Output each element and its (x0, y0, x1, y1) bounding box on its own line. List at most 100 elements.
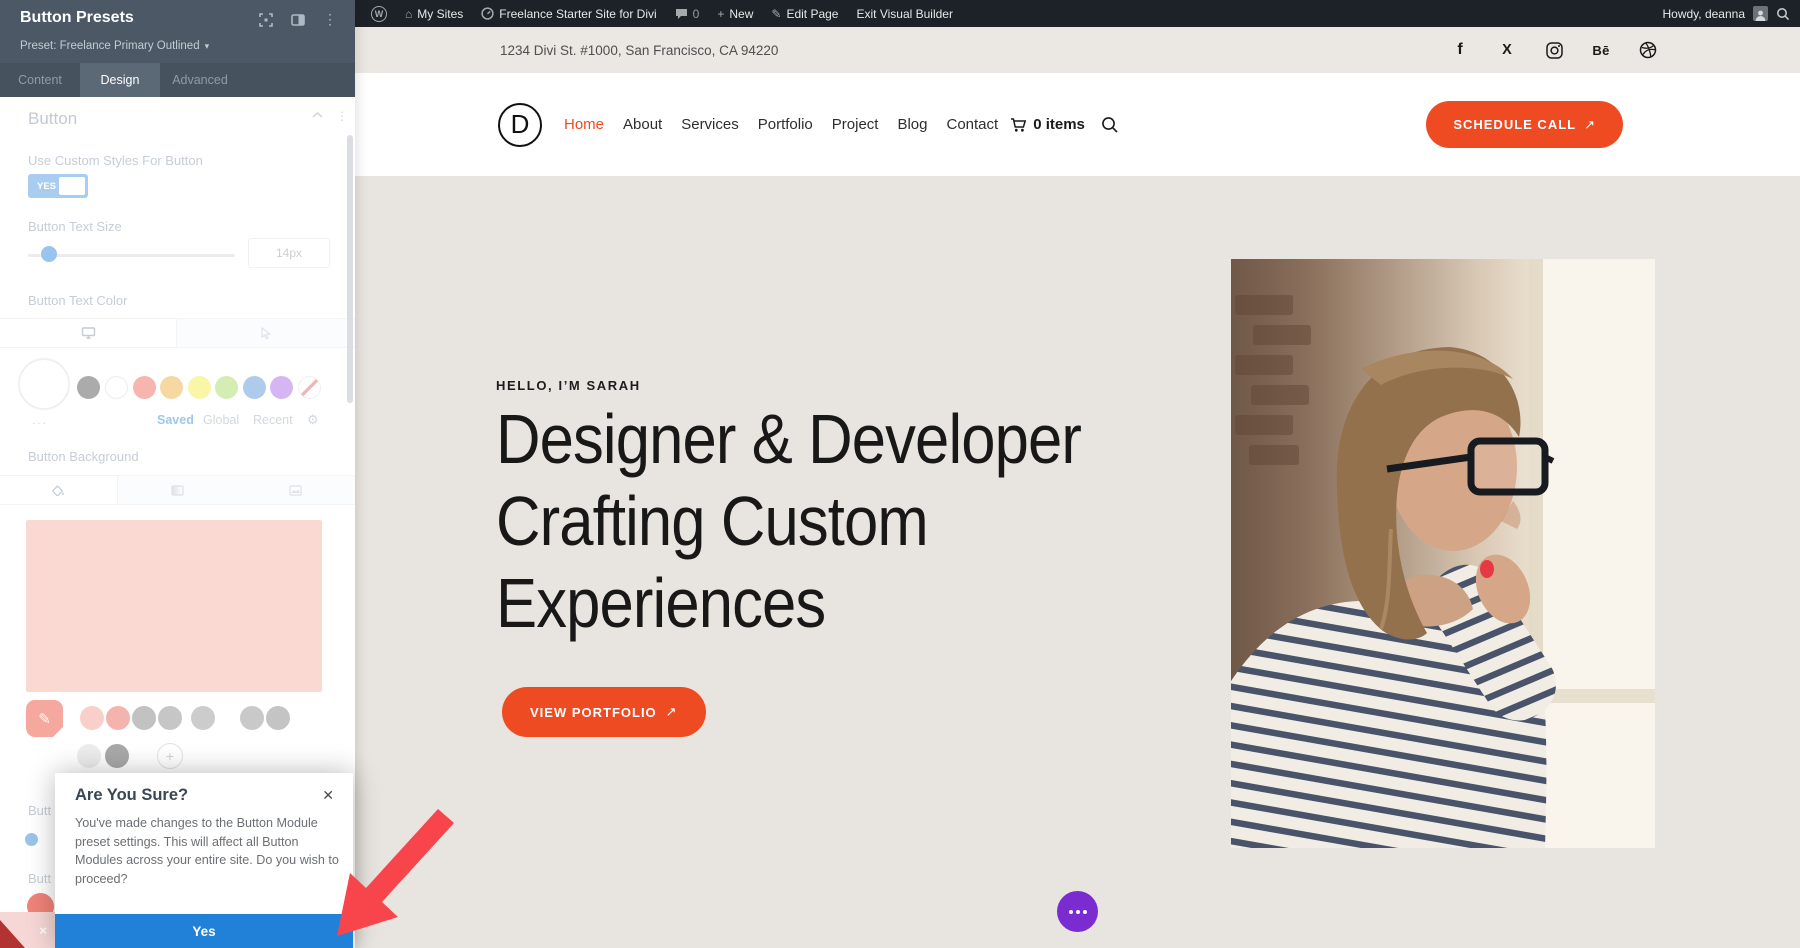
saved-link[interactable]: Saved (157, 413, 194, 427)
add-swatch-button[interactable]: + (157, 743, 183, 769)
nav-item-portfolio[interactable]: Portfolio (758, 116, 813, 133)
hero-title: Designer & Developer Crafting Custom Exp… (496, 398, 1081, 644)
bg-swatch-3[interactable] (132, 706, 156, 730)
comments-count: 0 (693, 7, 700, 21)
current-color-dots: ... (32, 413, 48, 427)
recent-link[interactable]: Recent (253, 413, 293, 427)
selected-bg-swatch[interactable]: ✎ (26, 700, 63, 737)
desktop-state-tab[interactable] (0, 319, 177, 347)
bg-swatch-5[interactable] (191, 706, 215, 730)
toggle-knob (59, 177, 85, 195)
palette-swatch-5[interactable] (188, 376, 211, 399)
hero-eyebrow: HELLO, I’M SARAH (496, 378, 641, 393)
pencil-edit-icon: ✎ (38, 710, 51, 728)
tab-content[interactable]: Content (0, 63, 80, 97)
dribbble-icon[interactable] (1639, 41, 1657, 59)
cart-count-label: 0 items (1033, 116, 1085, 133)
image-icon (289, 485, 302, 496)
tab-advanced[interactable]: Advanced (160, 63, 240, 97)
edit-page-menu[interactable]: ✎ Edit Page (762, 0, 847, 27)
schedule-call-button[interactable]: SCHEDULE CALL ↗ (1426, 101, 1623, 148)
panel-menu-dots-icon[interactable]: ⋮ (323, 11, 337, 28)
exit-visual-builder[interactable]: Exit Visual Builder (847, 0, 962, 27)
cart-link[interactable]: 0 items (1010, 116, 1085, 133)
bg-swatch-7[interactable] (266, 706, 290, 730)
wp-logo-menu[interactable]: W (362, 0, 396, 27)
new-label: New (729, 7, 753, 21)
my-sites-label: My Sites (417, 7, 463, 21)
site-navbar: D Home About Services Portfolio Project … (355, 73, 1800, 176)
comments-menu[interactable]: 0 (666, 0, 709, 27)
tab-design[interactable]: Design (80, 63, 160, 97)
new-menu[interactable]: + New (708, 0, 762, 27)
nav-item-contact[interactable]: Contact (947, 116, 999, 133)
background-tabs (0, 475, 355, 505)
site-logo[interactable]: D (498, 103, 542, 147)
hero-title-line-1: Designer & Developer (496, 398, 1081, 480)
comment-bubble-icon (675, 8, 688, 20)
section-menu-dots-icon[interactable]: ⋮ (336, 109, 348, 123)
facebook-icon[interactable]: f (1451, 41, 1469, 59)
chevron-up-icon[interactable] (312, 112, 323, 118)
discard-x-label: × (39, 923, 47, 938)
bg-swatch-1[interactable] (80, 706, 104, 730)
site-topbar: 1234 Divi St. #1000, San Francisco, CA 9… (355, 27, 1800, 73)
howdy-label[interactable]: Howdy, deanna (1663, 7, 1746, 21)
site-name-label: Freelance Starter Site for Divi (499, 7, 656, 21)
modal-yes-button[interactable]: Yes (55, 914, 353, 948)
palette-swatch-2[interactable] (105, 376, 128, 399)
split-view-icon[interactable] (291, 14, 305, 26)
dot (1076, 910, 1080, 914)
palette-swatch-1[interactable] (77, 376, 100, 399)
button-section-title: Button (28, 109, 77, 129)
palette-swatch-6[interactable] (215, 376, 238, 399)
instagram-icon[interactable] (1545, 41, 1563, 59)
admin-search-icon[interactable] (1776, 7, 1790, 21)
custom-styles-toggle[interactable]: YES (28, 174, 88, 198)
nav-item-about[interactable]: About (623, 116, 662, 133)
current-color-swatch[interactable] (18, 358, 70, 410)
nav-item-project[interactable]: Project (832, 116, 879, 133)
site-name-menu[interactable]: Freelance Starter Site for Divi (472, 0, 665, 27)
palette-swatch-3[interactable] (133, 376, 156, 399)
clipped-slider-handle (25, 833, 38, 846)
nav-search-icon[interactable] (1101, 116, 1119, 134)
hover-state-tab[interactable] (177, 319, 354, 347)
bg-color-tab[interactable] (0, 476, 118, 504)
hero-title-line-2: Crafting Custom (496, 480, 1081, 562)
palette-swatch-4[interactable] (160, 376, 183, 399)
bg-swatch-4[interactable] (158, 706, 182, 730)
x-twitter-icon[interactable]: X (1498, 41, 1516, 59)
nav-item-home[interactable]: Home (564, 116, 604, 133)
text-size-value[interactable]: 14px (248, 238, 330, 268)
panel-scrollbar[interactable] (347, 135, 353, 403)
preset-selector[interactable]: Preset: Freelance Primary Outlined ▾ (20, 40, 209, 52)
text-size-label: Button Text Size (28, 219, 122, 234)
clipped-option-label-1: Butt (28, 803, 51, 818)
state-tabs (0, 318, 355, 348)
gradient-icon (171, 485, 184, 496)
behance-icon[interactable]: Bē (1592, 41, 1610, 59)
bg-swatch-2[interactable] (106, 706, 130, 730)
view-portfolio-button[interactable]: VIEW PORTFOLIO ↗ (502, 687, 706, 737)
nav-item-services[interactable]: Services (681, 116, 739, 133)
text-size-slider-handle[interactable] (41, 246, 57, 262)
background-color-preview[interactable] (26, 520, 322, 692)
page-settings-dots-button[interactable] (1057, 891, 1098, 932)
my-sites-menu[interactable]: ⌂ My Sites (396, 0, 472, 27)
text-size-slider-track[interactable] (28, 254, 235, 257)
gear-icon[interactable]: ⚙ (307, 412, 319, 428)
avatar[interactable] (1753, 6, 1768, 21)
palette-swatch-7[interactable] (243, 376, 266, 399)
transparent-swatch[interactable] (298, 376, 321, 399)
expand-icon[interactable] (259, 13, 273, 27)
nav-item-blog[interactable]: Blog (897, 116, 927, 133)
palette-swatch-8[interactable] (270, 376, 293, 399)
bg-image-tab[interactable] (236, 476, 354, 504)
global-link[interactable]: Global (203, 413, 239, 427)
modal-close-icon[interactable]: ✕ (322, 787, 334, 804)
bg-swatch-8[interactable] (77, 744, 101, 768)
bg-swatch-6[interactable] (240, 706, 264, 730)
bg-swatch-9[interactable] (105, 744, 129, 768)
bg-gradient-tab[interactable] (118, 476, 236, 504)
